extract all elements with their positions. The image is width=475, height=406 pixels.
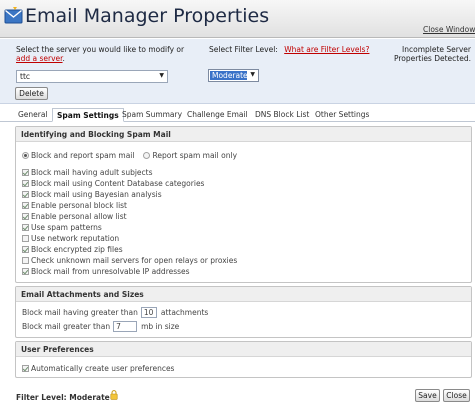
option-bayesian: Block mail using Bayesian analysis	[22, 190, 162, 199]
close-button[interactable]: Close	[443, 389, 470, 402]
option-label: Check unknown mail servers for open rela…	[31, 256, 238, 265]
radio-block-and-report[interactable]	[22, 152, 29, 159]
size-limit-input[interactable]: 7	[113, 321, 138, 332]
option-label: Block mail using Bayesian analysis	[31, 190, 162, 199]
option-label: Block encrypted zip files	[31, 245, 123, 254]
spam-blocking-section: Identifying and Blocking Spam Mail Block…	[15, 126, 472, 283]
option-encrypted-zip: Block encrypted zip files	[22, 245, 123, 254]
size-limit-suffix: mb in size	[141, 322, 180, 331]
section-heading: Email Attachments and Sizes	[16, 287, 471, 302]
tab-general[interactable]: General	[18, 110, 48, 119]
filter-level-select[interactable]: Moderate ▼	[208, 69, 259, 82]
title-bar: Email Manager Properties Close Window	[0, 0, 475, 38]
radio-report-only[interactable]	[143, 152, 151, 159]
attachments-count-suffix: attachments	[160, 308, 209, 317]
delete-button[interactable]: Delete	[15, 87, 48, 100]
section-heading: User Preferences	[16, 342, 471, 357]
section-heading: Identifying and Blocking Spam Mail	[16, 127, 471, 142]
checkbox[interactable]	[22, 268, 29, 275]
tab-other-settings[interactable]: Other Settings	[315, 110, 369, 119]
option-network-reputation: Use network reputation	[22, 234, 119, 243]
filter-levels-help-link[interactable]: What are Filter Levels?	[284, 45, 369, 54]
option-personal-block-list: Enable personal block list	[22, 201, 127, 210]
footer: Filter Level: Moderate Save Close	[15, 387, 472, 405]
add-server-row: add a server.	[16, 54, 65, 63]
server-status-line1: Incomplete Server	[402, 45, 471, 54]
checkbox[interactable]	[22, 224, 29, 231]
add-server-link[interactable]: add a server	[16, 54, 63, 63]
checkbox[interactable]	[22, 191, 29, 198]
server-panel: Select the server you would like to modi…	[0, 39, 475, 104]
option-adult-subjects: Block mail having adult subjects	[22, 168, 153, 177]
checkbox[interactable]	[22, 202, 29, 209]
auto-create-prefs-label: Automatically create user preferences	[31, 364, 175, 373]
auto-create-prefs-row: Automatically create user preferences	[22, 364, 174, 373]
attachments-section: Email Attachments and Sizes Block mail h…	[15, 286, 472, 338]
size-limit-prefix: Block mail greater than	[22, 322, 111, 331]
page-title: Email Manager Properties	[25, 5, 270, 27]
option-personal-allow-list: Enable personal allow list	[22, 212, 127, 221]
server-status-line2: Properties Detected.	[393, 54, 471, 63]
option-label: Block mail using Content Database catego…	[31, 179, 205, 188]
tab-challenge-email[interactable]: Challenge Email	[187, 110, 248, 119]
checkbox[interactable]	[22, 180, 29, 187]
close-window-link[interactable]: Close Window	[423, 25, 475, 34]
option-content-database: Block mail using Content Database catego…	[22, 179, 204, 188]
option-spam-patterns: Use spam patterns	[22, 223, 102, 232]
option-open-relays: Check unknown mail servers for open rela…	[22, 256, 237, 265]
option-label: Use network reputation	[31, 234, 120, 243]
server-prompt: Select the server you would like to modi…	[16, 45, 185, 54]
filter-level-select-value: Moderate	[210, 71, 248, 80]
email-manager-icon	[4, 7, 23, 24]
attachments-count-row: Block mail having greater than 10 attach…	[22, 307, 208, 318]
option-label: Enable personal allow list	[31, 212, 127, 221]
tab-dns-block-list[interactable]: DNS Block List	[255, 110, 309, 119]
checkbox[interactable]	[22, 235, 29, 242]
tab-bar: General Spam Settings Spam Summary Chall…	[0, 108, 475, 122]
tab-spam-summary[interactable]: Spam Summary	[122, 110, 182, 119]
radio-report-only-label: Report spam mail only	[152, 151, 238, 160]
chevron-down-icon: ▼	[250, 71, 255, 78]
server-select-value: ttc	[20, 72, 31, 81]
save-button[interactable]: Save	[415, 389, 440, 402]
checkbox[interactable]	[22, 213, 29, 220]
checkbox[interactable]	[22, 169, 29, 176]
server-select[interactable]: ttc ▼	[16, 70, 168, 83]
tab-spam-settings[interactable]: Spam Settings	[52, 108, 124, 122]
spam-mode-radios: Block and report spam mail Report spam m…	[22, 151, 237, 160]
attachments-count-prefix: Block mail having greater than	[22, 308, 138, 317]
lock-icon	[110, 390, 118, 400]
filter-level-status: Filter Level: Moderate	[16, 393, 110, 402]
option-label: Enable personal block list	[31, 201, 128, 210]
option-unresolvable-ip: Block mail from unresolvable IP addresse…	[22, 267, 190, 276]
checkbox[interactable]	[22, 257, 29, 264]
size-limit-row: Block mail greater than 7 mb in size	[22, 321, 179, 332]
user-preferences-section: User Preferences Automatically create us…	[15, 341, 472, 378]
filter-level-row: Select Filter Level: What are Filter Lev…	[209, 45, 369, 54]
attachments-count-input[interactable]: 10	[140, 307, 157, 318]
chevron-down-icon: ▼	[159, 72, 164, 79]
checkbox[interactable]	[22, 246, 29, 253]
radio-block-and-report-label: Block and report spam mail	[31, 151, 135, 160]
filter-level-prompt: Select Filter Level:	[209, 45, 278, 54]
option-label: Block mail having adult subjects	[31, 168, 153, 177]
option-label: Use spam patterns	[31, 223, 102, 232]
checkbox[interactable]	[22, 365, 29, 372]
option-label: Block mail from unresolvable IP addresse…	[31, 267, 190, 276]
add-server-suffix: .	[62, 54, 65, 63]
